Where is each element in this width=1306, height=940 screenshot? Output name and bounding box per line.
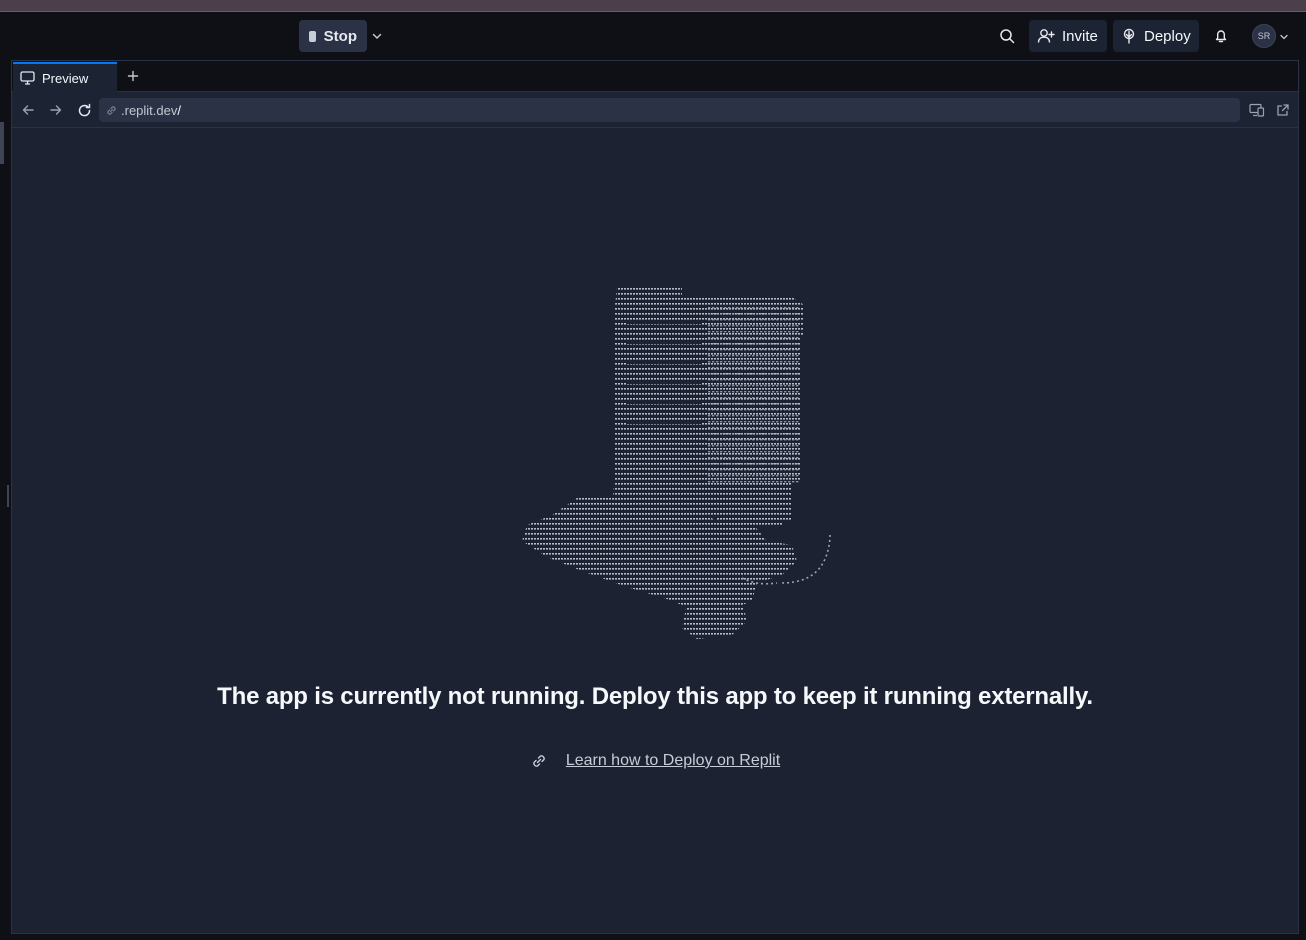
chevron-down-icon bbox=[372, 33, 382, 40]
device-preview-button[interactable] bbox=[1248, 101, 1266, 119]
learn-deploy-row: Learn how to Deploy on Replit bbox=[12, 752, 1298, 770]
left-sidebar-edge bbox=[0, 60, 10, 940]
search-button[interactable] bbox=[994, 20, 1020, 52]
bell-icon bbox=[1215, 30, 1227, 43]
sidebar-handle[interactable] bbox=[0, 122, 4, 164]
ascii-art-illustration bbox=[522, 288, 831, 639]
preview-viewport: The app is currently not running. Deploy… bbox=[12, 128, 1298, 933]
notifications-button[interactable] bbox=[1208, 20, 1234, 52]
preview-url-bar: .replit.dev/ bbox=[12, 92, 1298, 128]
forward-button[interactable] bbox=[47, 101, 65, 119]
stop-button-label: Stop bbox=[323, 27, 357, 45]
deploy-button-label: Deploy bbox=[1144, 27, 1191, 45]
url-domain: .replit.dev bbox=[121, 102, 178, 118]
stop-button[interactable]: Stop bbox=[299, 20, 367, 52]
reload-icon bbox=[78, 103, 90, 116]
plus-icon bbox=[127, 70, 139, 82]
invite-button[interactable]: Invite bbox=[1029, 20, 1107, 52]
search-icon bbox=[1000, 29, 1015, 44]
forward-arrow-icon bbox=[50, 105, 62, 115]
add-tab-button[interactable] bbox=[124, 67, 142, 85]
not-running-message: The app is currently not running. Deploy… bbox=[217, 683, 1093, 710]
resize-handle[interactable] bbox=[7, 485, 9, 507]
os-title-strip bbox=[0, 0, 1306, 12]
devices-icon bbox=[1249, 103, 1265, 117]
link-icon bbox=[533, 755, 545, 767]
back-button[interactable] bbox=[19, 101, 37, 119]
pane-tab-bar: Preview bbox=[12, 61, 1298, 92]
url-text: .replit.dev/ bbox=[121, 103, 181, 118]
avatar-initials: SR bbox=[1257, 31, 1271, 41]
link-icon bbox=[107, 105, 116, 115]
workspace-header: Stop Invite Deploy SR bbox=[0, 12, 1306, 60]
deploy-button[interactable]: Deploy bbox=[1113, 20, 1199, 52]
add-user-icon bbox=[1037, 29, 1055, 43]
invite-button-label: Invite bbox=[1062, 27, 1098, 45]
open-new-tab-button[interactable] bbox=[1274, 101, 1292, 119]
tab-preview[interactable]: Preview bbox=[13, 62, 117, 92]
learn-deploy-link[interactable]: Learn how to Deploy on Replit bbox=[566, 752, 780, 770]
url-field[interactable]: .replit.dev/ bbox=[99, 98, 1240, 122]
monitor-icon bbox=[20, 71, 35, 85]
tab-label: Preview bbox=[42, 70, 89, 86]
preview-pane: Preview .replit.dev/ The app is currentl… bbox=[11, 60, 1299, 934]
deploy-icon bbox=[1123, 28, 1135, 44]
url-path: / bbox=[177, 102, 181, 118]
chevron-down-icon[interactable] bbox=[1279, 32, 1289, 42]
back-arrow-icon bbox=[22, 105, 34, 115]
external-link-icon bbox=[1277, 104, 1289, 116]
run-options-chevron-button[interactable] bbox=[368, 20, 386, 52]
avatar[interactable]: SR bbox=[1252, 24, 1276, 48]
reload-button[interactable] bbox=[75, 101, 93, 119]
stop-icon bbox=[309, 30, 316, 42]
